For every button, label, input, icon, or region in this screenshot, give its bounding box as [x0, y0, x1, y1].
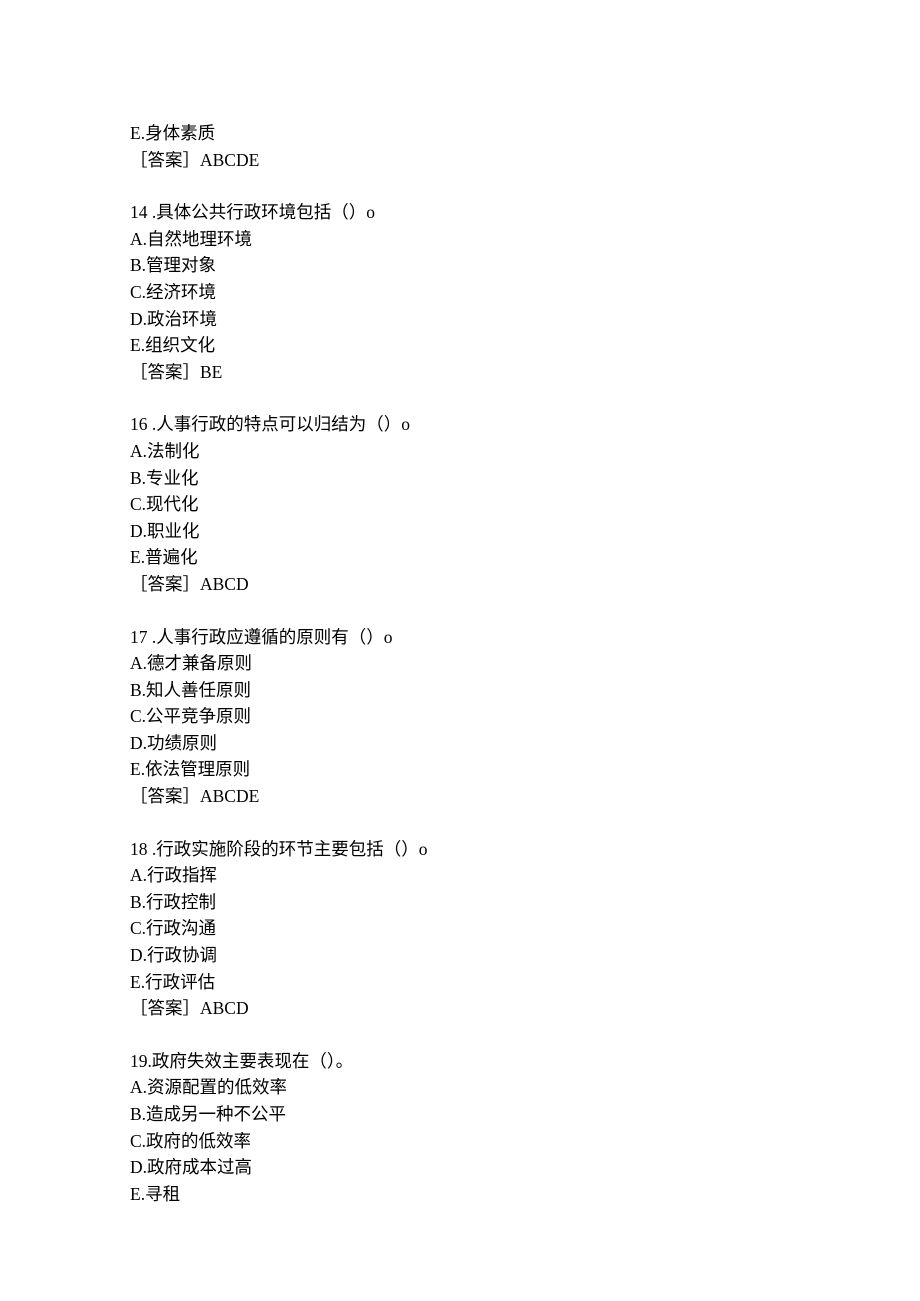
option-a: A.资源配置的低效率 — [130, 1074, 840, 1101]
option-b: B.造成另一种不公平 — [130, 1101, 840, 1128]
option-c: C.现代化 — [130, 491, 840, 518]
question-13-tail: E.身体素质 ［答案］ABCDE — [130, 120, 840, 173]
option-d: D.行政协调 — [130, 942, 840, 969]
option-c: C.经济环境 — [130, 279, 840, 306]
option-a: A.法制化 — [130, 438, 840, 465]
question-17: 17 .人事行政应遵循的原则有（）o A.德才兼备原则 B.知人善任原则 C.公… — [130, 624, 840, 810]
option-d: D.功绩原则 — [130, 730, 840, 757]
question-stem: 16 .人事行政的特点可以归结为（）o — [130, 411, 840, 438]
question-19: 19.政府失效主要表现在（）。 A.资源配置的低效率 B.造成另一种不公平 C.… — [130, 1048, 840, 1208]
question-14: 14 .具体公共行政环境包括（）o A.自然地理环境 B.管理对象 C.经济环境… — [130, 199, 840, 385]
option-e: E.行政评估 — [130, 969, 840, 996]
option-b: B.专业化 — [130, 465, 840, 492]
option-c: C.行政沟通 — [130, 915, 840, 942]
question-stem: 19.政府失效主要表现在（）。 — [130, 1048, 840, 1075]
option-a: A.行政指挥 — [130, 862, 840, 889]
answer-line: ［答案］ABCD — [130, 995, 840, 1022]
option-e: E.普遍化 — [130, 544, 840, 571]
option-b: B.管理对象 — [130, 252, 840, 279]
option-c: C.政府的低效率 — [130, 1128, 840, 1155]
answer-line: ［答案］ABCDE — [130, 147, 840, 174]
option-e: E.组织文化 — [130, 332, 840, 359]
option-e: E.寻租 — [130, 1181, 840, 1208]
question-18: 18 .行政实施阶段的环节主要包括（）o A.行政指挥 B.行政控制 C.行政沟… — [130, 836, 840, 1022]
option-d: D.职业化 — [130, 518, 840, 545]
option-d: D.政府成本过高 — [130, 1154, 840, 1181]
option-d: D.政治环境 — [130, 306, 840, 333]
option-b: B.行政控制 — [130, 889, 840, 916]
question-16: 16 .人事行政的特点可以归结为（）o A.法制化 B.专业化 C.现代化 D.… — [130, 411, 840, 597]
option-a: A.德才兼备原则 — [130, 650, 840, 677]
answer-line: ［答案］ABCDE — [130, 783, 840, 810]
option-c: C.公平竞争原则 — [130, 703, 840, 730]
question-stem: 17 .人事行政应遵循的原则有（）o — [130, 624, 840, 651]
option-e: E.依法管理原则 — [130, 756, 840, 783]
answer-line: ［答案］ABCD — [130, 571, 840, 598]
option-b: B.知人善任原则 — [130, 677, 840, 704]
answer-line: ［答案］BE — [130, 359, 840, 386]
option-a: A.自然地理环境 — [130, 226, 840, 253]
document-page: E.身体素质 ［答案］ABCDE 14 .具体公共行政环境包括（）o A.自然地… — [0, 0, 920, 1207]
question-stem: 14 .具体公共行政环境包括（）o — [130, 199, 840, 226]
option-e: E.身体素质 — [130, 120, 840, 147]
question-stem: 18 .行政实施阶段的环节主要包括（）o — [130, 836, 840, 863]
